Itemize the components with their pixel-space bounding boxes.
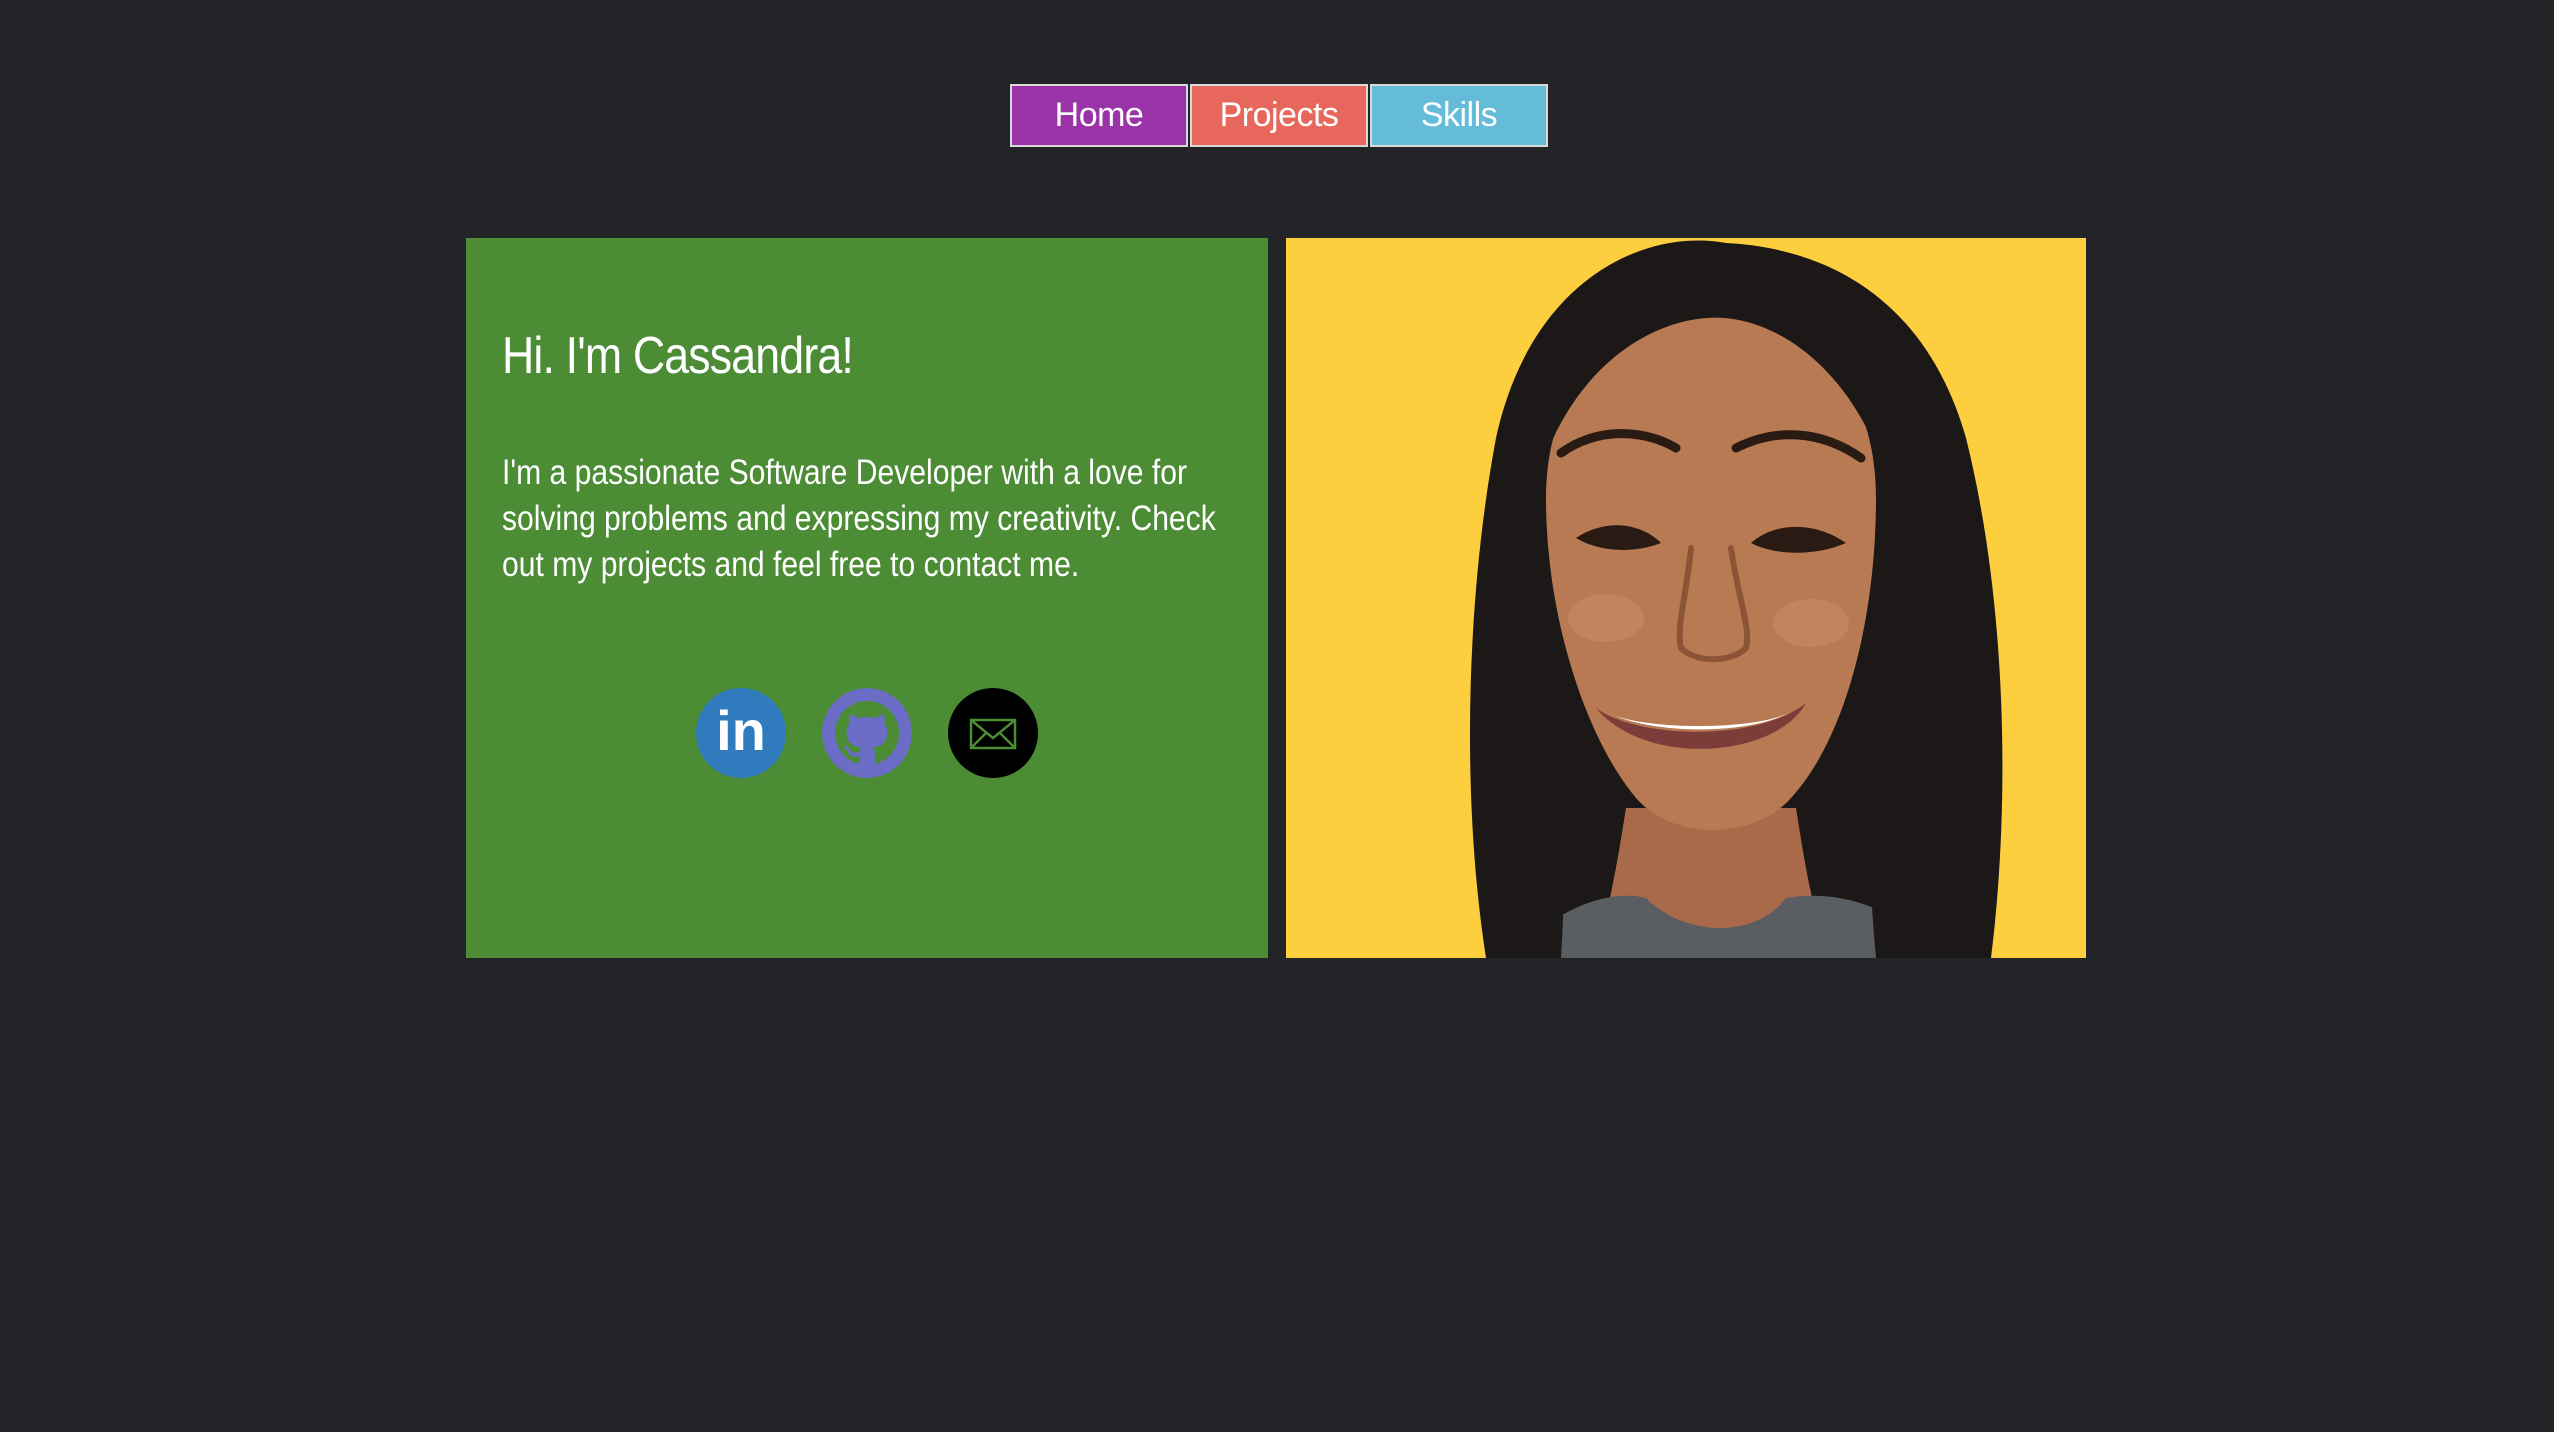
linkedin-link[interactable]: in (696, 688, 786, 778)
email-icon (969, 718, 1017, 750)
nav-skills-button[interactable]: Skills (1370, 84, 1548, 147)
social-links: in (696, 688, 1038, 778)
profile-portrait-image (1286, 238, 2086, 958)
intro-card: Hi. I'm Cassandra! I'm a passionate Soft… (466, 238, 1268, 958)
github-icon (822, 688, 912, 778)
linkedin-logo-text: in (716, 699, 766, 762)
nav-home-button[interactable]: Home (1010, 84, 1188, 147)
intro-description: I'm a passionate Software Developer with… (502, 453, 1216, 584)
main-nav: Home Projects Skills (1010, 84, 1548, 147)
email-link[interactable] (948, 688, 1038, 778)
linkedin-icon: in (716, 699, 766, 762)
profile-photo (1286, 238, 2086, 958)
nav-projects-button[interactable]: Projects (1190, 84, 1368, 147)
intro-title: Hi. I'm Cassandra! (502, 327, 854, 385)
github-link[interactable] (822, 688, 912, 778)
